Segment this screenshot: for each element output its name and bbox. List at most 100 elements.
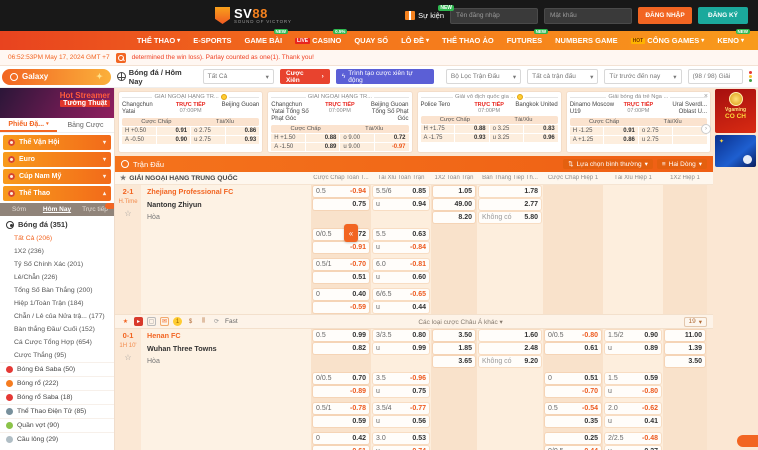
card-odds-row[interactable]: H +1.750.88o 3.250.83 (421, 125, 558, 133)
all-matches-select[interactable]: Tất cả trận đấu▾ (527, 69, 598, 84)
card-odds-row[interactable]: H +1.500.88o 9.000.72 (271, 134, 408, 142)
odds-cell[interactable]: Không có5.80 (479, 212, 541, 223)
odds-cell[interactable]: 1.5/20.90 (605, 330, 661, 341)
nav-item-quay-s-[interactable]: QUAY SỐ (354, 36, 388, 45)
odds-cell[interactable]: u0.27 (605, 446, 661, 450)
odds-cell[interactable]: 0.82 (313, 343, 369, 354)
odds-cell[interactable]: -0.89 (313, 386, 369, 397)
tab-bet-slip[interactable]: Phiếu Đặ...▾ (0, 118, 57, 132)
event-link[interactable]: Sự kiện NEW (405, 11, 444, 20)
sidebar-item-b-ng-r-[interactable]: Bóng rổ (222) (0, 376, 114, 390)
odds-cell[interactable]: 0.25 (545, 433, 601, 444)
card-odds-row[interactable]: H +0.500.91o 2.750.86 (122, 127, 259, 135)
odds-cell[interactable]: 0/0.50.72 (313, 229, 369, 240)
odds-cell[interactable]: u-0.84 (373, 242, 429, 253)
odds-cell[interactable]: 1.50.59 (605, 373, 661, 384)
card-odds-row[interactable]: A +1.250.86u 2.75 (570, 136, 707, 144)
username-input[interactable] (450, 8, 538, 24)
odds-cell[interactable]: 11.00 (665, 330, 705, 341)
card-odds-row[interactable]: A -1.500.89u 9.00-0.97 (271, 143, 408, 151)
accordion-sports-ball[interactable]: Thể Thao▴ (3, 186, 111, 201)
tab-bet-board[interactable]: Bảng Cược (57, 118, 114, 132)
nav-item-l-[interactable]: LÔ ĐỀ▾ (401, 36, 429, 45)
favorite-star-icon[interactable]: ☆ (124, 209, 131, 218)
logo[interactable]: SV88 SOUND OF VICTORY (215, 7, 292, 25)
featured-match-card[interactable]: Giải bóng đá trẻ Nga ...×Dinamo Moscow U… (566, 91, 711, 153)
nav-item-numbers-game[interactable]: NUMBERS GAME (555, 36, 618, 45)
odds-cell[interactable]: 2.48 (479, 343, 541, 354)
odds-cell[interactable]: 0.75 (313, 199, 369, 210)
card-odds-row[interactable]: H -1.250.91o 2.75 (570, 127, 707, 135)
password-input[interactable] (544, 8, 632, 24)
time-range-select[interactable]: Từ trước đến nay▾ (604, 69, 681, 84)
sidebar-filter-item[interactable]: Cá Cược Tổng Hợp (654) (0, 336, 114, 349)
odds-cell[interactable]: 1.85 (433, 343, 475, 354)
league-count-box[interactable]: (98 / 98) Giải (688, 69, 743, 84)
odds-cell[interactable]: u-0.80 (605, 386, 661, 397)
odds-cell[interactable]: -0.61 (313, 446, 369, 450)
odds-cell[interactable]: 49.00 (433, 199, 475, 210)
odds-cell[interactable]: -0.70 (545, 386, 601, 397)
odds-cell[interactable]: 0.35 (545, 416, 601, 427)
odds-cell[interactable]: u0.89 (605, 343, 661, 354)
video-icon[interactable]: ▸ (134, 317, 143, 326)
odds-cell[interactable]: 1.05 (433, 186, 475, 197)
home-team-name[interactable]: Henan FC (147, 329, 307, 342)
close-icon[interactable]: × (704, 93, 708, 100)
home-team-name[interactable]: Zhejiang Professional FC (147, 185, 307, 198)
card-odds-row[interactable]: A -0.500.90u 2.750.93 (122, 136, 259, 144)
nav-item-game-b-i[interactable]: GAME BÀINEW (245, 36, 283, 45)
nav-item-casino[interactable]: LIVECASINO0.5% (295, 36, 341, 45)
odds-cell[interactable]: 00.40 (313, 289, 369, 300)
auto-parlay-button[interactable]: ϟTrình tạo cược xiên tự động (336, 69, 434, 84)
odds-cell[interactable]: u0.60 (373, 272, 429, 283)
coin-icon[interactable]: 1 (173, 317, 182, 326)
odds-cell[interactable]: 3.50 (665, 356, 705, 367)
nav-item-keno[interactable]: KENO▾NEW (717, 36, 744, 45)
odds-cell[interactable]: 00.51 (545, 373, 601, 384)
odds-cell[interactable]: 6.0-0.81 (373, 259, 429, 270)
featured-match-card[interactable]: GIẢI NGOẠI HẠNG TR...Changchun Yatai Tổn… (267, 91, 412, 153)
rows-mode-select[interactable]: ≡Hai Dòng▾ (657, 159, 707, 169)
sidebar-filter-item[interactable]: Chẵn / Lẻ của Nửa trậ... (177) (0, 310, 114, 323)
match-filter-select[interactable]: Bộ Lọc Trận Đấu▾ (446, 69, 521, 84)
sidebar-filter-item[interactable]: Bàn thắng Đầu/ Cuối (152) (0, 323, 114, 336)
card-odds-row[interactable]: A -1.750.93u 3.250.96 (421, 134, 558, 142)
accordion-olympics[interactable]: Thể Vận Hội▾ (3, 135, 111, 150)
chart-icon[interactable]: ⫼ (199, 317, 208, 326)
favorite-star-icon[interactable]: ★ (121, 317, 130, 326)
sidebar-filter-item[interactable]: Hiệp 1/Toàn Trận (184) (0, 297, 114, 310)
odds-cell[interactable]: 3.5-0.96 (373, 373, 429, 384)
odds-cell[interactable]: 0/0.50.70 (313, 373, 369, 384)
away-team-name[interactable]: Wuhan Three Towns (147, 342, 307, 355)
odds-cell[interactable]: 2.77 (479, 199, 541, 210)
odds-cell[interactable]: u0.94 (373, 199, 429, 210)
more-asian-bets-dropdown[interactable]: Các loại cược Châu Á khác ▾ (242, 318, 680, 326)
register-button[interactable]: ĐĂNG KÝ (698, 7, 748, 24)
odds-cell[interactable]: 0.5-0.94 (313, 186, 369, 197)
vgaming-banner[interactable]: Vgaming CO CH (715, 89, 756, 133)
odds-cell[interactable]: u0.56 (373, 416, 429, 427)
refresh-icon[interactable]: ⟳ (212, 317, 221, 326)
accordion-copa-trophy[interactable]: Cúp Nam Mỹ▾ (3, 169, 111, 184)
featured-match-card[interactable]: GIẢI NGOẠI HẠNG TR...Changchun YataiTRỰC… (118, 91, 263, 153)
odds-cell[interactable]: 0.61 (545, 343, 601, 354)
sidebar-filter-item[interactable]: Cược Thắng (95) (0, 349, 114, 362)
favorite-star-icon[interactable]: ☆ (124, 353, 131, 362)
odds-cell[interactable]: 0/0.5-0.44 (545, 446, 601, 450)
nav-item-c-ng-games[interactable]: HOTCỔNG GAMES▾ (631, 36, 705, 45)
odds-cell[interactable]: 0.51 (313, 272, 369, 283)
sidebar-item-b-ng-saba[interactable]: Bóng Đá Saba (50) (0, 362, 114, 376)
odds-cell[interactable]: 2.0-0.62 (605, 403, 661, 414)
sidebar-filter-item[interactable]: Tỷ Số Chính Xác (201) (0, 258, 114, 271)
odds-cell[interactable]: 0.5-0.54 (545, 403, 601, 414)
odds-cell[interactable]: 3.50 (433, 330, 475, 341)
odds-cell[interactable]: 3.65 (433, 356, 475, 367)
odds-cell[interactable]: 1.60 (479, 330, 541, 341)
odds-cell[interactable]: 0/0.5-0.80 (545, 330, 601, 341)
mail-icon[interactable]: ✉ (160, 317, 169, 326)
odds-cell[interactable]: 1.39 (665, 343, 705, 354)
market-count-select[interactable]: 19▾ (684, 317, 708, 327)
dollar-icon[interactable]: $ (186, 317, 195, 326)
sidebar-filter-item[interactable]: 1X2 (236) (0, 245, 114, 258)
